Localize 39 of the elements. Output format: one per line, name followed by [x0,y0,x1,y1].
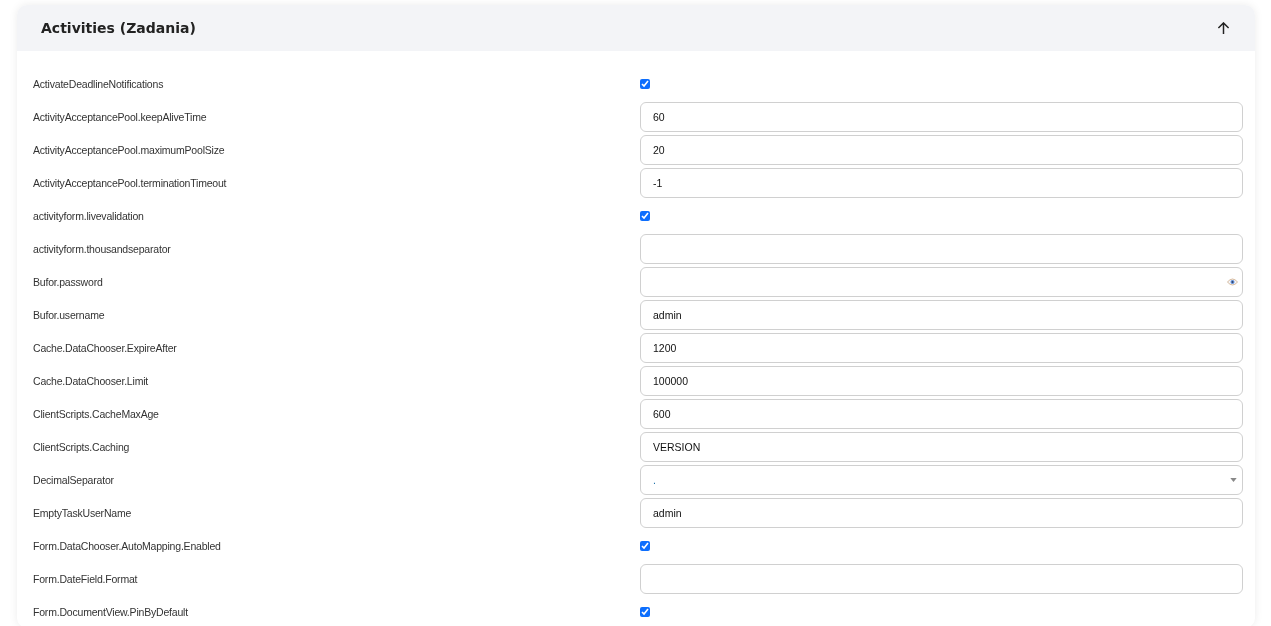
setting-label: Form.DocumentView.PinByDefault [33,605,189,618]
input-field[interactable]: 20 [640,134,1243,165]
setting-label: Bufor.username [33,308,106,321]
setting-label: ClientScripts.CacheMaxAge [33,407,160,420]
setting-label: Bufor.password [33,275,104,288]
setting-label: ClientScripts.Caching [33,440,131,453]
input-field[interactable]: 100000 [640,365,1243,396]
setting-label: activityform.thousandseparator [33,242,172,255]
setting-label: Form.DateField.Format [33,572,139,585]
checkbox[interactable] [640,210,650,221]
setting-label: activityform.livevalidation [33,209,145,222]
input-field[interactable]: VERSION [640,431,1243,462]
setting-label: Cache.DataChooser.ExpireAfter [33,341,178,354]
panel-title: Activities (Zadania) [41,20,196,36]
setting-label: ActivityAcceptancePool.keepAliveTime [33,110,208,123]
setting-label: ActivityAcceptancePool.maximumPoolSize [33,143,226,156]
input-field[interactable] [640,233,1243,264]
setting-label: EmptyTaskUserName [33,506,133,519]
input-field[interactable]: 600 [640,398,1243,429]
input-field[interactable]: admin [640,497,1243,528]
setting-label: DecimalSeparator [33,473,115,486]
panel-header[interactable]: Activities (Zadania) [17,5,1255,51]
setting-label: Cache.DataChooser.Limit [33,374,150,387]
input-field[interactable]: -1 [640,167,1243,198]
eye-icon[interactable] [1227,277,1238,286]
caret-icon [1230,477,1237,482]
password-field[interactable] [640,266,1243,297]
input-field[interactable]: 60 [640,101,1243,132]
input-field[interactable] [640,563,1243,594]
checkbox[interactable] [640,606,650,617]
checkbox[interactable] [640,78,650,89]
checkbox[interactable] [640,540,650,551]
setting-label: ActivityAcceptancePool.terminationTimeout [33,176,228,189]
dropdown[interactable]: . [640,464,1243,495]
input-field[interactable]: 1200 [640,332,1243,363]
setting-label: ActivateDeadlineNotifications [33,77,165,90]
collapse-arrow-icon[interactable] [1217,21,1230,35]
setting-label: Form.DataChooser.AutoMapping.Enabled [33,539,222,552]
input-field[interactable]: admin [640,299,1243,330]
